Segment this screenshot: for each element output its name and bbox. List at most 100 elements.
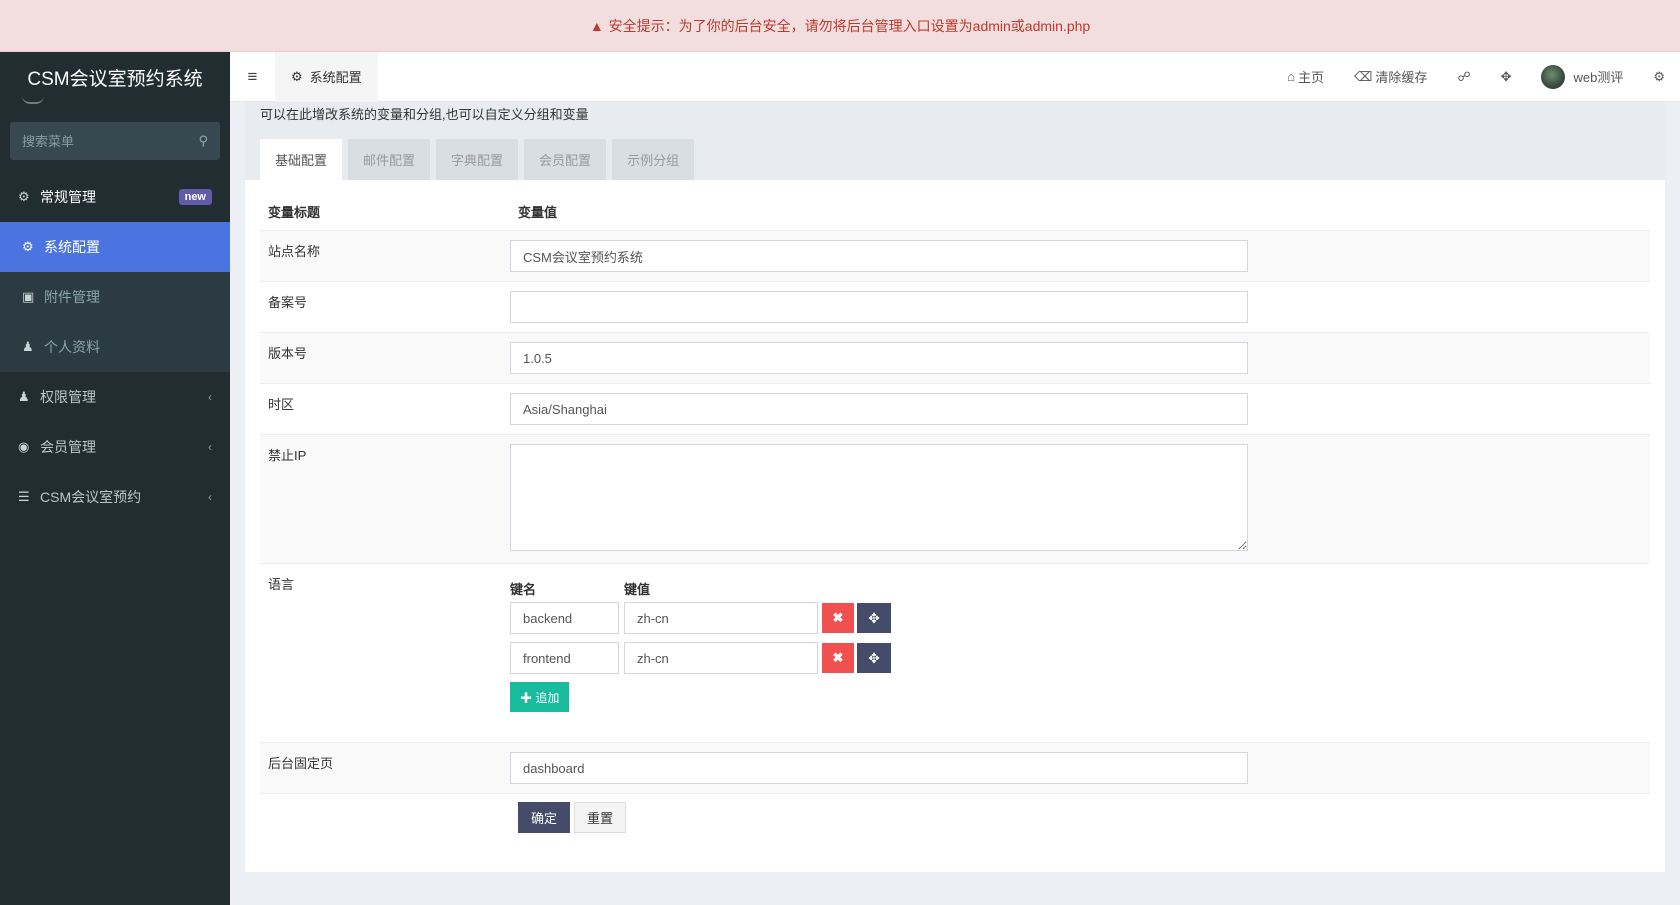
- language-header: 键名 键值: [510, 574, 1650, 602]
- gear-icon: ⚙: [22, 239, 34, 254]
- clear-cache-label: 清除缓存: [1375, 70, 1428, 85]
- field-label: 备案号: [268, 295, 308, 310]
- top-header: ≡ ⚙ 系统配置 ⌂ 主页 ⌫ 清除缓存 ☍ ✥ web测评 ⚙: [230, 51, 1680, 102]
- user-icon: ♟: [22, 339, 34, 354]
- security-warning-text: 安全提示：为了你的后台安全，请勿将后台管理入口设置为admin或admin.ph…: [608, 17, 1091, 34]
- tab-dictionary[interactable]: 字典配置: [436, 139, 519, 180]
- close-icon: ✖: [832, 610, 844, 625]
- chevron-left-icon: ‹: [208, 440, 212, 454]
- table-row: 版本号: [260, 332, 1650, 383]
- language-value-input[interactable]: [624, 642, 818, 674]
- forbidden-ip-textarea[interactable]: [510, 444, 1248, 551]
- tab-label: 系统配置: [309, 70, 362, 85]
- plus-icon: ✚: [520, 690, 533, 705]
- sidebar-item-label: 权限管理: [40, 389, 96, 405]
- form-actions-row: 确定 重置: [260, 793, 1650, 833]
- drag-row-button[interactable]: ✥: [857, 603, 891, 633]
- drag-row-button[interactable]: ✥: [857, 643, 891, 673]
- image-icon: ▣: [22, 289, 35, 304]
- sidebar-item-member[interactable]: ◉ 会员管理 ‹: [0, 422, 230, 472]
- sidebar-item-regular[interactable]: ⚙ 常规管理 new: [0, 172, 230, 222]
- append-label: 追加: [535, 690, 560, 705]
- security-warning-bar: ▲ 安全提示：为了你的后台安全，请勿将后台管理入口设置为admin或admin.…: [0, 0, 1680, 52]
- tab-system-config[interactable]: ⚙ 系统配置: [275, 51, 378, 102]
- user-menu[interactable]: web测评: [1526, 52, 1638, 102]
- append-row-button[interactable]: ✚ 追加: [510, 682, 570, 712]
- sidebar-item-auth[interactable]: ♟ 权限管理 ‹: [0, 372, 230, 422]
- cogs-icon: ⚙: [18, 189, 30, 204]
- sidebar-item-label: 系统配置: [44, 239, 100, 255]
- config-tabs: 基础配置 邮件配置 字典配置 会员配置 示例分组: [260, 139, 700, 180]
- sidebar-item-label: CSM会议室预约: [40, 489, 142, 505]
- table-row: 备案号: [260, 281, 1650, 332]
- menu-search-input[interactable]: [22, 133, 199, 149]
- app-logo[interactable]: CSM会议室预约系统: [0, 52, 230, 102]
- timezone-input[interactable]: [510, 393, 1248, 425]
- table-row: 后台固定页: [260, 742, 1650, 793]
- language-key-input[interactable]: [510, 602, 619, 634]
- key-header: 键名: [510, 581, 537, 597]
- language-key-input[interactable]: [510, 642, 619, 674]
- config-table: 变量标题 变量值 站点名称 备案号 版本号 时区 禁止IP: [260, 192, 1650, 833]
- username: web测评: [1573, 70, 1624, 85]
- beian-input[interactable]: [510, 291, 1248, 323]
- panel-heading: 可以在此增改系统的变量和分组,也可以自定义分组和变量 基础配置 邮件配置 字典配…: [245, 102, 1665, 180]
- table-row: 时区: [260, 383, 1650, 434]
- field-label: 时区: [268, 397, 295, 412]
- home-label: 主页: [1297, 70, 1324, 85]
- chevron-left-icon: ‹: [208, 390, 212, 404]
- settings-button[interactable]: ⚙: [1638, 52, 1680, 102]
- move-icon: ✥: [868, 609, 880, 626]
- language-editor: 键名 键值 ✖ ✥ ✖ ✥: [510, 564, 1650, 742]
- fixed-page-input[interactable]: [510, 752, 1248, 784]
- site-name-input[interactable]: [510, 240, 1248, 272]
- search-icon[interactable]: ⚲: [198, 133, 208, 149]
- home-icon: ⌂: [1287, 69, 1295, 84]
- tab-example[interactable]: 示例分组: [612, 139, 695, 180]
- tab-member[interactable]: 会员配置: [524, 139, 607, 180]
- table-row: 语言 键名 键值 ✖ ✥ ✖: [260, 563, 1650, 742]
- column-header-value: 变量值: [518, 204, 558, 220]
- submit-button[interactable]: 确定: [518, 802, 570, 833]
- main-content: 可以在此增改系统的变量和分组,也可以自定义分组和变量 基础配置 邮件配置 字典配…: [230, 102, 1680, 905]
- sidebar-submenu: ⚙ 系统配置 ▣ 附件管理 ♟ 个人资料: [0, 222, 230, 372]
- remove-row-button[interactable]: ✖: [822, 603, 854, 633]
- cogs-icon: ⚙: [1653, 68, 1665, 84]
- field-label: 禁止IP: [268, 448, 307, 463]
- column-header-title: 变量标题: [268, 204, 321, 220]
- sidebar-item-attachment[interactable]: ▣ 附件管理: [0, 272, 230, 322]
- tab-email[interactable]: 邮件配置: [348, 139, 431, 180]
- home-link[interactable]: ⌂ 主页: [1272, 52, 1339, 102]
- fullscreen-button[interactable]: ✥: [1486, 52, 1527, 102]
- version-input[interactable]: [510, 342, 1248, 374]
- panel-description: 可以在此增改系统的变量和分组,也可以自定义分组和变量: [260, 107, 589, 122]
- menu-toggle-icon[interactable]: ≡: [230, 67, 275, 87]
- header-actions: ⌂ 主页 ⌫ 清除缓存 ☍ ✥ web测评 ⚙: [1272, 52, 1680, 102]
- remove-row-button[interactable]: ✖: [822, 643, 854, 673]
- new-badge: new: [178, 189, 212, 205]
- sidebar-item-system-config[interactable]: ⚙ 系统配置: [0, 222, 230, 272]
- sidebar-item-label: 附件管理: [44, 289, 100, 305]
- sidebar-item-label: 常规管理: [40, 189, 96, 205]
- language-row: ✖ ✥: [510, 642, 1650, 674]
- table-row: 站点名称: [260, 230, 1650, 281]
- language-switch-button[interactable]: ☍: [1442, 52, 1485, 102]
- value-header: 键值: [624, 581, 651, 597]
- close-icon: ✖: [832, 650, 844, 665]
- user-circle-icon: ◉: [18, 439, 30, 454]
- sidebar-item-profile[interactable]: ♟ 个人资料: [0, 322, 230, 372]
- tab-basic[interactable]: 基础配置: [260, 139, 343, 180]
- move-icon: ✥: [868, 649, 880, 666]
- sidebar: CSM会议室预约系统 ⚲ ⚙ 常规管理 new ⚙ 系统配置 ▣ 附件管理 ♟ …: [0, 52, 230, 905]
- language-value-input[interactable]: [624, 602, 818, 634]
- config-panel: 可以在此增改系统的变量和分组,也可以自定义分组和变量 基础配置 邮件配置 字典配…: [245, 102, 1665, 872]
- sidebar-item-label: 个人资料: [44, 339, 100, 355]
- sidebar-item-csm[interactable]: ☰ CSM会议室预约 ‹: [0, 472, 230, 522]
- users-icon: ♟: [18, 389, 30, 404]
- list-icon: ☰: [18, 489, 30, 504]
- sidebar-search: ⚲: [10, 122, 220, 160]
- trash-icon: ⌫: [1354, 68, 1373, 84]
- clear-cache-button[interactable]: ⌫ 清除缓存: [1339, 52, 1442, 102]
- expand-icon: ✥: [1500, 68, 1512, 84]
- reset-button[interactable]: 重置: [574, 802, 626, 833]
